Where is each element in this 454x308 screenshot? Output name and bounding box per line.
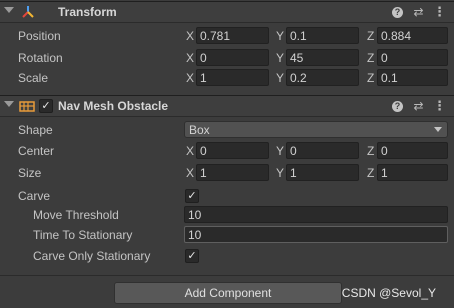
- component-enabled-checkbox[interactable]: ✓: [39, 99, 53, 113]
- axis-z-label[interactable]: Z: [367, 144, 374, 158]
- rotation-label: Rotation: [18, 51, 63, 65]
- size-y-field[interactable]: 1: [286, 164, 359, 181]
- watermark-text: CSDN @Sevol_Y: [341, 286, 436, 300]
- move-threshold-label: Move Threshold: [33, 208, 119, 222]
- carve-checkbox[interactable]: ✓: [185, 189, 199, 203]
- position-row: Position X 0.781 Y 0.1 Z 0.884: [0, 26, 454, 46]
- rotation-z-field[interactable]: 0: [377, 49, 448, 66]
- position-x-field[interactable]: 0.781: [196, 27, 269, 44]
- component-title-navmesh-obstacle: Nav Mesh Obstacle: [58, 99, 169, 113]
- chevron-down-icon: [434, 127, 442, 132]
- center-y-field[interactable]: 0: [286, 142, 359, 159]
- time-to-stationary-label: Time To Stationary: [33, 228, 133, 242]
- add-component-button[interactable]: Add Component: [114, 282, 342, 304]
- axis-y-label[interactable]: Y: [276, 71, 284, 85]
- rotation-y-field[interactable]: 45: [286, 49, 359, 66]
- transform-header[interactable]: Transform ? ⇄ ⋮: [0, 1, 454, 23]
- time-to-stationary-field[interactable]: 10: [184, 226, 448, 243]
- axis-x-label[interactable]: X: [186, 29, 194, 43]
- shape-dropdown[interactable]: Box: [184, 121, 448, 138]
- carve-only-stationary-label: Carve Only Stationary: [33, 249, 151, 263]
- scale-x-field[interactable]: 1: [196, 69, 269, 86]
- axis-y-label[interactable]: Y: [276, 166, 284, 180]
- help-icon[interactable]: ?: [391, 5, 404, 19]
- size-x-field[interactable]: 1: [196, 164, 269, 181]
- axis-x-label[interactable]: X: [186, 144, 194, 158]
- axis-z-label[interactable]: Z: [367, 71, 374, 85]
- shape-label: Shape: [18, 123, 53, 137]
- axis-y-label[interactable]: Y: [276, 144, 284, 158]
- axis-x-label[interactable]: X: [186, 166, 194, 180]
- help-icon[interactable]: ?: [391, 99, 404, 113]
- position-z-field[interactable]: 0.884: [377, 27, 448, 44]
- position-label: Position: [18, 29, 61, 43]
- move-threshold-row: Move Threshold 10: [0, 205, 454, 225]
- axis-x-label[interactable]: X: [186, 51, 194, 65]
- center-x-field[interactable]: 0: [196, 142, 269, 159]
- move-threshold-field[interactable]: 10: [184, 206, 448, 223]
- rotation-row: Rotation X 0 Y 45 Z 0: [0, 48, 454, 68]
- size-label: Size: [18, 166, 42, 180]
- rotation-x-field[interactable]: 0: [196, 49, 269, 66]
- axis-y-label[interactable]: Y: [276, 29, 284, 43]
- size-row: Size X 1 Y 1 Z 1: [0, 163, 454, 183]
- scale-z-field[interactable]: 0.1: [377, 69, 448, 86]
- shape-row: Shape Box: [0, 120, 454, 140]
- transform-icon: [20, 4, 36, 23]
- position-y-field[interactable]: 0.1: [286, 27, 359, 44]
- navmesh-obstacle-header[interactable]: ✓ Nav Mesh Obstacle ? ⇄ ⋮: [0, 95, 454, 117]
- scale-row: Scale X 1 Y 0.2 Z 0.1: [0, 68, 454, 88]
- navmesh-obstacle-icon: [19, 99, 35, 116]
- axis-x-label[interactable]: X: [186, 71, 194, 85]
- shape-dropdown-value: Box: [189, 123, 210, 137]
- center-row: Center X 0 Y 0 Z 0: [0, 141, 454, 161]
- axis-y-label[interactable]: Y: [276, 51, 284, 65]
- presets-icon[interactable]: ⇄: [412, 5, 425, 19]
- axis-z-label[interactable]: Z: [367, 51, 374, 65]
- carve-only-stationary-row: Carve Only Stationary ✓: [0, 246, 454, 266]
- scale-label: Scale: [18, 71, 49, 85]
- scale-y-field[interactable]: 0.2: [286, 69, 359, 86]
- component-title-transform: Transform: [58, 5, 117, 19]
- center-label: Center: [18, 144, 55, 158]
- foldout-arrow-icon[interactable]: [4, 7, 14, 13]
- carve-label: Carve: [18, 189, 51, 203]
- axis-z-label[interactable]: Z: [367, 166, 374, 180]
- carve-row: Carve ✓: [0, 186, 454, 206]
- center-z-field[interactable]: 0: [377, 142, 448, 159]
- size-z-field[interactable]: 1: [377, 164, 448, 181]
- component-menu-icon[interactable]: ⋮: [433, 99, 446, 113]
- carve-only-stationary-checkbox[interactable]: ✓: [185, 249, 199, 263]
- inspector-footer: Add Component CSDN @Sevol_Y: [0, 275, 454, 308]
- component-menu-icon[interactable]: ⋮: [433, 5, 446, 19]
- foldout-arrow-icon[interactable]: [4, 101, 14, 107]
- presets-icon[interactable]: ⇄: [412, 99, 425, 113]
- axis-z-label[interactable]: Z: [367, 29, 374, 43]
- time-to-stationary-row: Time To Stationary 10: [0, 225, 454, 245]
